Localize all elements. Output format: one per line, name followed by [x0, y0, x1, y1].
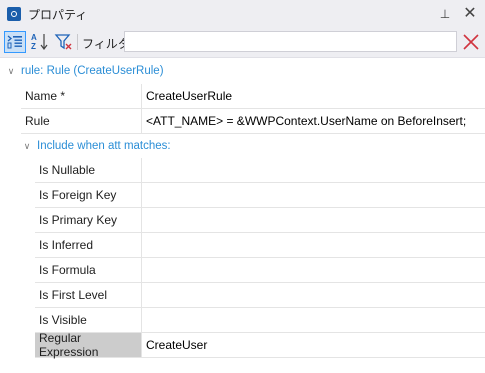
pin-icon[interactable]: ⊥	[437, 6, 453, 22]
property-row-rule[interactable]: Rule <ATT_NAME> = &WWPContext.UserName o…	[21, 109, 485, 134]
property-name: Is Inferred	[35, 233, 142, 257]
chevron-down-icon: ∨	[23, 140, 31, 151]
svg-text:A: A	[31, 33, 37, 42]
property-grid: ∨ rule: Rule (CreateUserRule) Name * Cre…	[0, 59, 485, 373]
property-value[interactable]	[142, 283, 485, 307]
property-value[interactable]	[142, 208, 485, 232]
close-icon[interactable]: ✕	[462, 5, 478, 23]
subcategory-header[interactable]: ∨ Include when att matches:	[22, 135, 171, 157]
property-name: Is Nullable	[35, 158, 142, 182]
subcategory-label: Include when att matches:	[37, 140, 171, 152]
property-row-regular-expression[interactable]: Regular Expression CreateUser	[35, 331, 485, 359]
window-title: プロパティ	[28, 7, 88, 22]
property-value[interactable]	[142, 258, 485, 282]
property-name: Rule	[21, 109, 142, 133]
filter-icon	[54, 34, 72, 50]
property-row-is-primary-key[interactable]: Is Primary Key	[35, 208, 485, 233]
filter-input[interactable]	[124, 31, 457, 52]
properties-window-icon	[7, 7, 21, 21]
property-value[interactable]	[142, 308, 485, 332]
sort-alphabetical-button[interactable]: A Z	[29, 31, 51, 53]
property-value[interactable]: CreateUserRule	[142, 84, 485, 108]
property-row-is-visible[interactable]: Is Visible	[35, 308, 485, 333]
property-name: Regular Expression	[35, 331, 142, 359]
property-name: Name *	[21, 84, 142, 108]
property-value[interactable]: CreateUser	[142, 333, 485, 357]
property-name: Is Foreign Key	[35, 183, 142, 207]
property-row-is-nullable[interactable]: Is Nullable	[35, 158, 485, 183]
clear-filter-icon	[463, 34, 479, 50]
property-row-is-first-level[interactable]: Is First Level	[35, 283, 485, 308]
properties-titlebar: プロパティ ⊥ ✕	[0, 0, 485, 28]
categorized-view-icon	[7, 35, 22, 49]
property-value[interactable]: <ATT_NAME> = &WWPContext.UserName on Bef…	[142, 109, 485, 133]
property-row-name[interactable]: Name * CreateUserRule	[21, 84, 485, 109]
category-label: rule: Rule (CreateUserRule)	[21, 65, 164, 77]
property-name: Is Formula	[35, 258, 142, 282]
category-header-rule[interactable]: ∨ rule: Rule (CreateUserRule)	[6, 60, 164, 82]
property-filter-button[interactable]	[53, 31, 75, 53]
property-value[interactable]	[142, 233, 485, 257]
toolbar-separator	[77, 34, 78, 50]
property-value[interactable]	[142, 183, 485, 207]
properties-toolbar: A Z フィルタ	[0, 28, 485, 58]
property-name: Is Visible	[35, 308, 142, 332]
property-row-is-foreign-key[interactable]: Is Foreign Key	[35, 183, 485, 208]
svg-text:Z: Z	[31, 42, 36, 51]
property-name: Is Primary Key	[35, 208, 142, 232]
property-row-is-formula[interactable]: Is Formula	[35, 258, 485, 283]
property-value[interactable]	[142, 158, 485, 182]
sort-alphabetical-icon: A Z	[31, 33, 48, 51]
filter-label: フィルタ	[82, 37, 130, 51]
property-row-is-inferred[interactable]: Is Inferred	[35, 233, 485, 258]
property-name: Is First Level	[35, 283, 142, 307]
chevron-down-icon: ∨	[7, 65, 15, 76]
categorized-view-button[interactable]	[4, 31, 26, 53]
clear-filter-button[interactable]	[461, 32, 481, 52]
